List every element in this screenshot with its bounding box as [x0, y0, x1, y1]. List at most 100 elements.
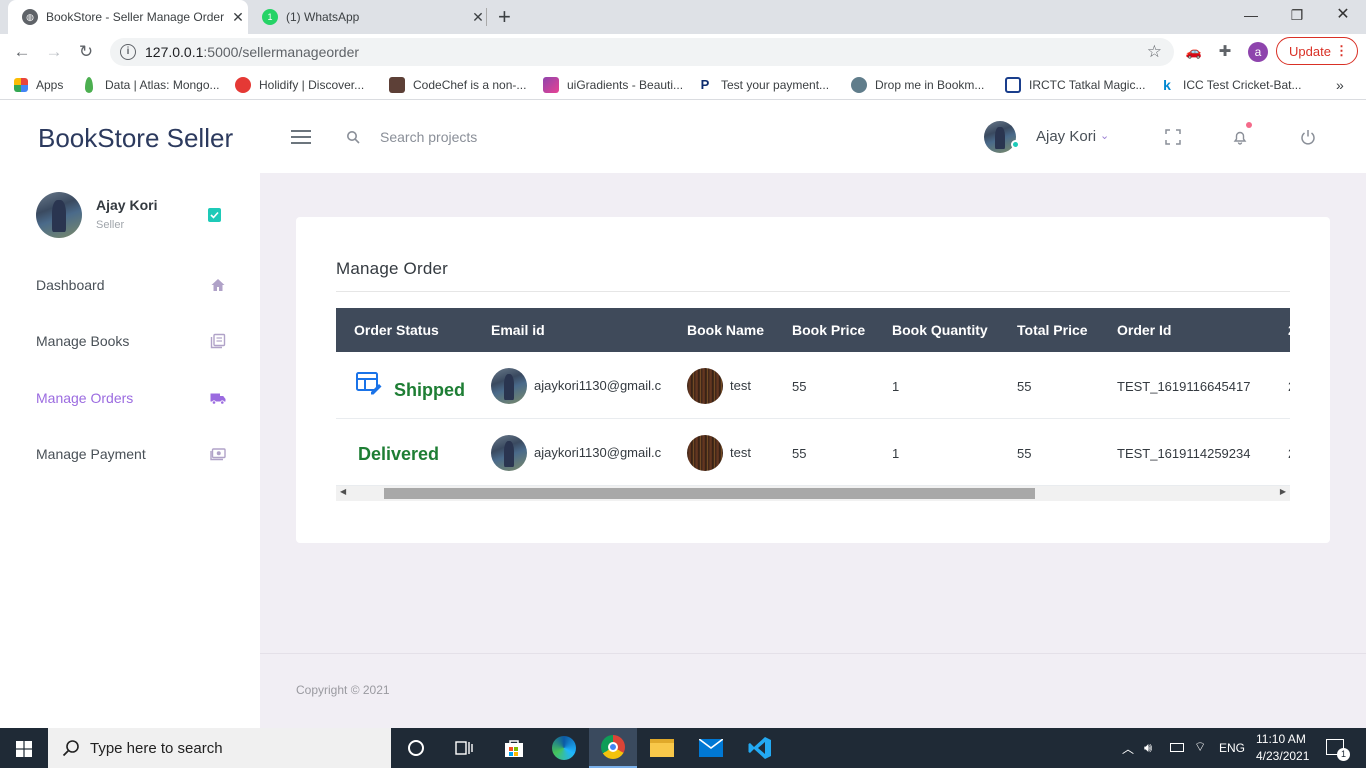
new-tab-button[interactable]: + [498, 4, 511, 30]
speaker-icon[interactable]: 🔊︎ [1144, 740, 1152, 756]
sidebar-item-manage-payment[interactable]: Manage Payment [36, 442, 226, 466]
orders-table: Order Status Email id Book Name Book Pri… [336, 308, 1290, 486]
clock-time[interactable]: 11:10 AM [1256, 732, 1306, 746]
globe-icon: ◍ [22, 9, 38, 25]
fullscreen-icon[interactable] [1165, 129, 1181, 145]
apps-grid-icon [14, 78, 28, 92]
horizontal-scrollbar[interactable]: ◀ ▶ [336, 486, 1290, 501]
footer-divider [260, 653, 1366, 654]
bookmark-codechef[interactable]: CodeChef is a non-... [389, 76, 526, 94]
price-cell: 55 [792, 379, 807, 394]
mail-icon[interactable] [687, 728, 735, 768]
scroll-right-arrow[interactable]: ▶ [1280, 487, 1286, 496]
bookmarks-overflow-button[interactable]: » [1336, 76, 1344, 94]
sidebar-item-label: Manage Orders [36, 390, 134, 406]
window-close-button[interactable]: ✕ [1320, 0, 1366, 30]
sidebar-item-label: Dashboard [36, 277, 105, 293]
bookmark-mongo[interactable]: Data | Atlas: Mongo... [82, 76, 220, 94]
home-icon [211, 279, 225, 291]
user-menu-name[interactable]: Ajay Kori [1036, 128, 1096, 145]
windows-start-icon[interactable] [16, 741, 32, 757]
avatar[interactable] [984, 121, 1016, 153]
column-header: Email id [491, 322, 545, 338]
clock-date[interactable]: 4/23/2021 [1256, 749, 1309, 763]
brand-logo[interactable]: BookStore Seller [38, 123, 233, 154]
store-icon[interactable] [490, 728, 538, 768]
page-title: Manage Order [336, 259, 449, 278]
extension-car-icon[interactable]: 🚗 [1184, 42, 1204, 62]
minimize-button[interactable]: — [1228, 0, 1274, 30]
bookmark-paypal[interactable]: P Test your payment... [697, 76, 829, 94]
forward-icon[interactable]: → [43, 42, 65, 64]
manage-order-card: Manage Order Order Status Email id Book … [296, 217, 1330, 543]
wifi-icon[interactable]: ⌔ [1194, 739, 1206, 755]
bookmark-apps[interactable]: Apps [14, 76, 63, 94]
tab-whatsapp[interactable]: 1 (1) WhatsApp ✕ [248, 0, 488, 34]
bookmark-label: Apps [36, 78, 64, 92]
online-status-dot [1011, 140, 1020, 149]
sidebar-item-dashboard[interactable]: Dashboard [36, 273, 226, 297]
sidebar-item-label: Manage Books [36, 333, 130, 349]
file-explorer-icon[interactable] [638, 728, 686, 768]
table-row: Shipped ajaykori1130@gmail.c test 55 1 5… [336, 352, 1290, 419]
update-button[interactable]: Update ⋮ [1276, 37, 1358, 65]
hamburger-menu-icon[interactable] [291, 130, 311, 144]
tab-title: BookStore - Seller Manage Order [46, 10, 225, 24]
cortana-icon[interactable] [392, 728, 440, 768]
book-name-cell: test [730, 445, 751, 460]
bookmark-label: ICC Test Cricket-Bat... [1183, 78, 1302, 92]
restore-button[interactable]: ❐ [1274, 0, 1320, 30]
edge-icon[interactable] [540, 728, 588, 768]
profile-avatar[interactable]: a [1248, 42, 1268, 62]
reload-icon[interactable]: ↻ [75, 42, 97, 64]
bookmark-dropme[interactable]: Drop me in Bookm... [851, 76, 984, 94]
price-cell: 55 [792, 446, 807, 461]
bookmark-icc[interactable]: k ICC Test Cricket-Bat... [1159, 76, 1301, 94]
close-tab-icon[interactable]: ✕ [228, 9, 248, 26]
update-label: Update [1289, 43, 1331, 59]
kebab-menu-icon: ⋮ [1335, 43, 1348, 58]
chrome-icon[interactable] [589, 728, 637, 768]
tab-divider [486, 8, 487, 26]
scroll-left-arrow[interactable]: ◀ [340, 487, 346, 496]
avatar [491, 368, 527, 404]
edit-status-icon[interactable] [356, 372, 382, 396]
whatsapp-icon: 1 [262, 9, 278, 25]
books-icon [210, 333, 226, 349]
sidebar-item-label: Manage Payment [36, 446, 146, 462]
power-icon[interactable] [1300, 129, 1316, 145]
book-thumbnail [687, 368, 723, 404]
paypal-icon: P [700, 77, 710, 92]
total-cell: 55 [1017, 446, 1032, 461]
windows-taskbar: Type here to search ︿ 🔊︎ ⌔ ENG 11:10 AM … [0, 728, 1366, 768]
column-header: 2 [1288, 322, 1290, 338]
chevron-down-icon[interactable]: ⌄ [1100, 129, 1109, 142]
bell-icon[interactable] [1232, 129, 1248, 145]
scrollbar-thumb[interactable] [384, 488, 1035, 499]
extensions-puzzle-icon[interactable]: ✚ [1215, 42, 1235, 62]
close-tab-icon[interactable]: ✕ [468, 9, 488, 26]
bookmark-label: Drop me in Bookm... [875, 78, 985, 92]
bookmarks-bar: Apps Data | Atlas: Mongo... Holidify | D… [0, 70, 1366, 100]
order-id-cell: TEST_1619116645417 [1117, 379, 1251, 394]
tab-bookstore[interactable]: ◍ BookStore - Seller Manage Order ✕ [8, 0, 248, 34]
bookmark-irctc[interactable]: IRCTC Tatkal Magic... [1005, 76, 1145, 94]
task-view-icon[interactable] [440, 728, 488, 768]
taskbar-search-box[interactable]: Type here to search [48, 728, 391, 768]
sidebar-item-manage-orders[interactable]: Manage Orders [36, 386, 226, 410]
column-header: Order Id [1117, 322, 1172, 338]
language-indicator[interactable]: ENG [1219, 741, 1245, 755]
bookmark-star-icon[interactable]: ☆ [1147, 42, 1162, 62]
bookmark-holidify[interactable]: Holidify | Discover... [235, 76, 364, 94]
vscode-icon[interactable] [736, 728, 784, 768]
address-bar[interactable]: i 127.0.0.1:5000/sellermanageorder ☆ [110, 38, 1174, 66]
sidebar-item-manage-books[interactable]: Manage Books [36, 329, 226, 353]
chevron-up-icon[interactable]: ︿ [1122, 740, 1134, 757]
bookmark-uigradients[interactable]: uiGradients - Beauti... [543, 76, 683, 94]
search-input[interactable] [380, 125, 680, 149]
battery-icon[interactable] [1170, 743, 1184, 752]
sidebar-user-name: Ajay Kori [96, 197, 158, 213]
back-icon[interactable]: ← [11, 42, 33, 64]
column-header: Total Price [1017, 322, 1088, 338]
site-info-icon[interactable]: i [120, 44, 136, 60]
